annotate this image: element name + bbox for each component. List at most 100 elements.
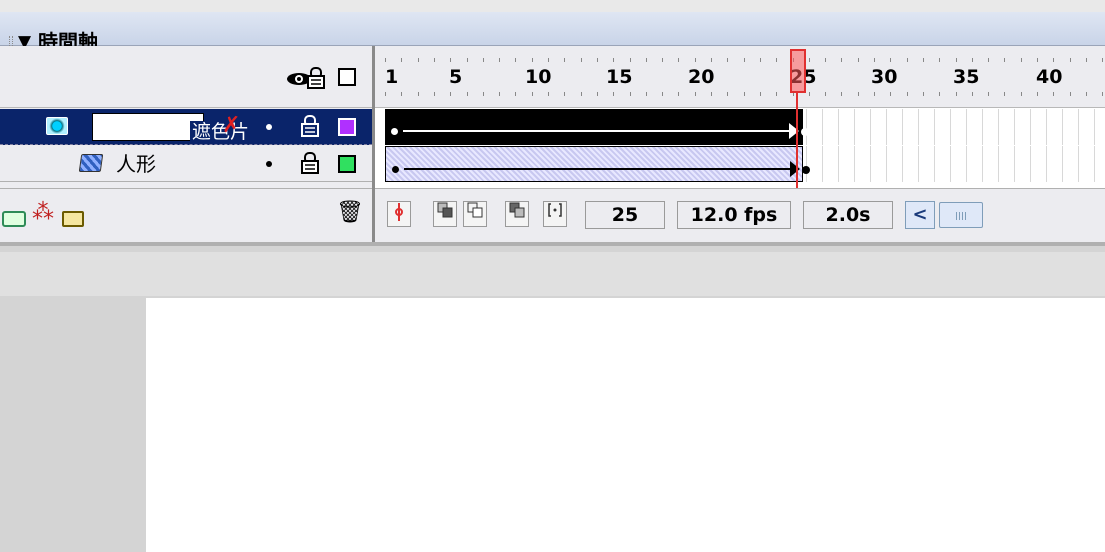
ruler-tick — [1004, 58, 1006, 62]
trash-icon[interactable]: 🗑 — [336, 202, 364, 224]
masked-layer-icon — [78, 154, 104, 172]
visibility-dot[interactable] — [266, 124, 272, 130]
ruler-tick — [857, 92, 859, 96]
onion-markers-icon — [548, 203, 562, 217]
ruler-tick — [825, 92, 827, 96]
ruler-tick — [385, 92, 386, 96]
ruler-label: 30 — [871, 66, 898, 88]
ruler-tick — [971, 58, 973, 62]
add-layer-icon[interactable] — [2, 211, 26, 227]
frame-ruler[interactable]: 1 5 10 15 20 25 30 35 40 — [375, 46, 1105, 108]
frame-row-shape[interactable] — [375, 146, 1105, 182]
tween-span[interactable] — [385, 109, 809, 145]
ruler-tick — [613, 58, 615, 62]
ruler-tick — [808, 58, 810, 62]
layer-row-mask[interactable]: 遮色片 ✗ — [0, 109, 372, 145]
ruler-tick — [662, 92, 664, 96]
ruler-tick — [1004, 92, 1006, 96]
ruler-tick — [548, 92, 549, 96]
add-folder-icon[interactable] — [62, 211, 84, 227]
ruler-tick — [433, 92, 435, 96]
outline-icon[interactable] — [338, 68, 356, 86]
layer-outline-color-box[interactable] — [338, 118, 356, 136]
scroll-thumb[interactable] — [939, 202, 983, 228]
add-motion-guide-icon[interactable]: ⁂ — [32, 202, 54, 224]
scroll-grip-icon — [956, 212, 966, 220]
modify-onion-markers-button[interactable] — [543, 201, 567, 227]
ruler-tick — [678, 58, 680, 62]
ruler-tick — [841, 92, 843, 96]
ruler-tick — [874, 58, 875, 62]
lock-icon[interactable] — [300, 152, 320, 174]
ruler-tick — [1102, 58, 1104, 62]
ruler-label: 5 — [449, 66, 463, 88]
ruler-tick — [841, 58, 843, 62]
ruler-tick — [743, 92, 745, 96]
flash-timeline-window: ▼ 時間軸 遮色片 ✗ 人形 ⁂ 🗑 1 5 10 15 20 30 35 40… — [0, 0, 1105, 552]
ruler-tick — [1053, 58, 1055, 62]
mask-layer-icon — [46, 117, 68, 135]
ruler-tick — [531, 58, 533, 62]
ruler-tick — [596, 92, 598, 96]
stage-canvas[interactable] — [146, 298, 1105, 552]
visibility-dot[interactable] — [266, 161, 272, 167]
scroll-left-button[interactable]: < — [905, 201, 935, 229]
frames-panel: 1 5 10 15 20 25 30 35 40 — [372, 46, 1105, 242]
layer-row-shape[interactable]: 人形 — [0, 146, 372, 182]
onion-skin-button[interactable] — [433, 201, 457, 227]
ruler-label: 20 — [688, 66, 715, 88]
ruler-tick — [515, 58, 517, 62]
ruler-tick — [580, 92, 582, 96]
ruler-tick — [694, 92, 696, 96]
ruler-tick — [1037, 92, 1038, 96]
layer-name-input[interactable]: 遮色片 — [92, 113, 270, 143]
ruler-tick — [548, 58, 549, 62]
ruler-tick — [482, 58, 484, 62]
ruler-tick — [906, 58, 908, 62]
ruler-tick — [645, 92, 647, 96]
stage-pasteboard — [0, 252, 1105, 296]
ruler-tick — [1069, 92, 1071, 96]
playhead-line — [796, 93, 798, 201]
ruler-tick — [645, 58, 647, 62]
horizontal-scrollbar[interactable]: < — [905, 201, 1105, 229]
ruler-tick — [613, 92, 615, 96]
ruler-tick — [988, 58, 990, 62]
playhead-marker[interactable] — [790, 49, 806, 93]
ruler-tick — [482, 92, 484, 96]
ruler-tick — [678, 92, 680, 96]
ruler-tick — [857, 58, 859, 62]
keyframe-dot[interactable] — [392, 166, 399, 173]
pencil-crossed-icon[interactable]: ✗ — [222, 113, 240, 139]
elapsed-time-field: 2.0s — [803, 201, 893, 229]
tween-span[interactable] — [385, 146, 810, 182]
current-frame-field[interactable]: 25 — [585, 201, 665, 229]
onion-outline-icon — [467, 202, 483, 218]
ruler-tick — [825, 58, 827, 62]
edit-multiple-frames-button[interactable] — [505, 201, 529, 227]
keyframe-dot[interactable] — [802, 166, 810, 174]
keyframe-dot[interactable] — [391, 128, 398, 135]
ruler-tick — [694, 58, 696, 62]
ruler-tick — [564, 58, 566, 62]
frame-rate-field[interactable]: 12.0 fps — [677, 201, 791, 229]
lock-icon[interactable] — [306, 67, 326, 89]
keyframe-dot[interactable] — [801, 128, 809, 136]
ruler-tick — [1037, 58, 1038, 62]
center-frame-button[interactable] — [387, 201, 411, 227]
frame-row-mask[interactable] — [375, 109, 1105, 145]
layer-outline-color-box[interactable] — [338, 155, 356, 173]
ruler-tick — [743, 58, 745, 62]
stage-area — [0, 242, 1105, 552]
ruler-tick — [466, 92, 468, 96]
ruler-tick — [1069, 58, 1071, 62]
tween-arrow-line — [404, 168, 796, 170]
onion-skin-outline-button[interactable] — [463, 201, 487, 227]
ruler-tick — [401, 58, 403, 62]
layer-name-text[interactable]: 人形 — [116, 151, 156, 177]
timeline-panel-header[interactable]: ▼ 時間軸 — [0, 0, 1105, 54]
lock-icon[interactable] — [300, 115, 320, 137]
ruler-tick — [890, 58, 892, 62]
ruler-tick — [711, 58, 712, 62]
ruler-tick — [417, 92, 419, 96]
